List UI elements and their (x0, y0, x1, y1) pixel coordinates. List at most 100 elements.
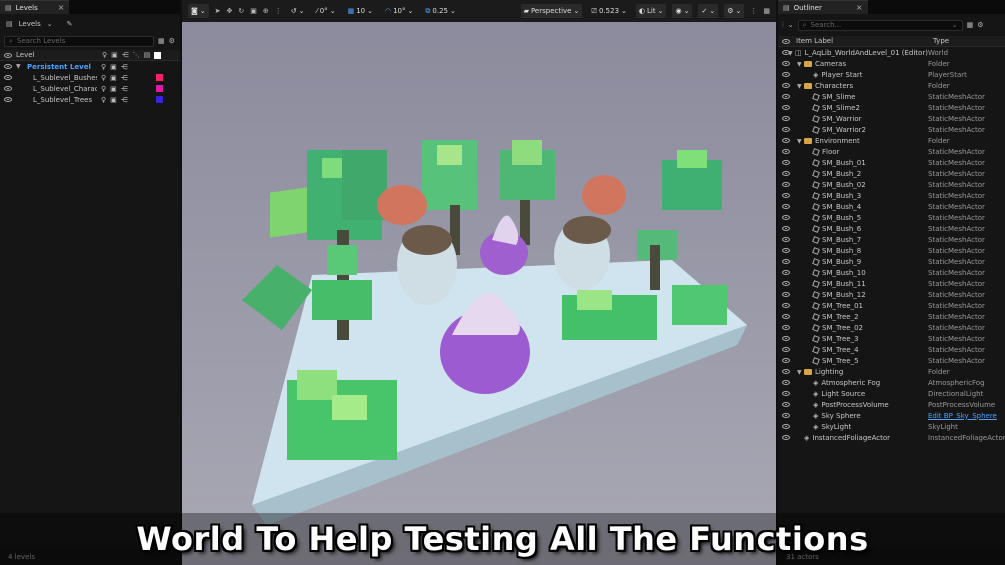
visibility-icon[interactable] (782, 391, 790, 396)
rotate-tool-icon[interactable]: ↻ (238, 7, 244, 15)
outliner-col-type[interactable]: Type (933, 37, 949, 45)
visibility-icon[interactable] (782, 61, 790, 66)
visibility-icon[interactable] (782, 281, 790, 286)
viewport-options-button[interactable]: ◙ ⌄ (188, 4, 209, 18)
outliner-row[interactable]: SM_Bush_9 StaticMeshActor (778, 256, 1005, 267)
scene-render[interactable] (182, 0, 776, 565)
lock-icon[interactable]: ▣ (110, 74, 117, 82)
visibility-icon[interactable] (4, 64, 12, 69)
rotation-snap-button[interactable]: ⁄ 0° ⌄ (314, 4, 339, 18)
outliner-row[interactable]: SM_Bush_02 StaticMeshActor (778, 179, 1005, 190)
visibility-icon[interactable] (782, 347, 790, 352)
visibility-icon[interactable] (782, 303, 790, 308)
surface-snap-button[interactable]: ↺ ⌄ (288, 4, 308, 18)
outliner-row[interactable]: ◈ Sky Sphere Edit BP_Sky_Sphere (778, 410, 1005, 421)
outliner-row[interactable]: SM_Tree_3 StaticMeshActor (778, 333, 1005, 344)
visibility-icon[interactable] (782, 149, 790, 154)
visibility-icon[interactable] (782, 413, 790, 418)
visibility-icon[interactable] (782, 94, 790, 99)
visibility-icon[interactable] (782, 127, 790, 132)
outliner-row[interactable]: ◈ Light Source DirectionalLight (778, 388, 1005, 399)
visibility-icon[interactable] (4, 86, 12, 91)
close-icon[interactable]: × (856, 3, 863, 12)
folder-icon[interactable]: ▦ (967, 21, 974, 29)
lightbulb-icon[interactable]: ♀ (101, 74, 106, 82)
outliner-col-label[interactable]: Item Label (796, 37, 933, 45)
outliner-row[interactable]: SM_Bush_3 StaticMeshActor (778, 190, 1005, 201)
outliner-row[interactable]: Floor StaticMeshActor (778, 146, 1005, 157)
more-icon[interactable]: ⋮ (750, 7, 757, 15)
visibility-icon[interactable] (782, 105, 790, 110)
share-icon[interactable]: ⋲ (121, 74, 128, 82)
lock-icon[interactable]: ▣ (110, 63, 117, 71)
outliner-row[interactable]: ◈ Player Start PlayerStart (778, 69, 1005, 80)
outliner-row[interactable]: ▼ Environment Folder (778, 135, 1005, 146)
scale-tool-icon[interactable]: ▣ (250, 7, 257, 15)
outliner-row[interactable]: ▼ Cameras Folder (778, 58, 1005, 69)
transform-button[interactable]: ✓ ⌄ (698, 4, 719, 18)
visibility-icon[interactable] (782, 116, 790, 121)
filter-icon[interactable]: ⫶ (782, 21, 784, 30)
visibility-icon[interactable] (782, 402, 790, 407)
select-tool-icon[interactable]: ➤ (215, 7, 221, 15)
level-row[interactable]: L_Sublevel_Trees ♀ ▣ ⋲ (0, 94, 180, 105)
close-icon[interactable]: × (58, 3, 65, 12)
visibility-icon[interactable] (782, 193, 790, 198)
viewport[interactable]: ◙ ⌄ ➤ ✥ ↻ ▣ ⊕ ⋮ ↺ ⌄ ⁄ 0° ⌄ ▦ 10 ⌄ ◠ 10° ⌄ ⧉ 0.25 ⌄… (182, 0, 776, 565)
share-icon[interactable]: ⋲ (121, 96, 128, 104)
world-local-icon[interactable]: ⊕ (263, 7, 269, 15)
outliner-tab[interactable]: ▤ Outliner × (778, 0, 868, 14)
lightbulb-icon[interactable]: ♀ (101, 63, 106, 71)
level-color-swatch[interactable] (155, 85, 163, 92)
visibility-icon[interactable] (782, 182, 790, 187)
outliner-row[interactable]: SM_Warrior StaticMeshActor (778, 113, 1005, 124)
outliner-row[interactable]: SM_Tree_5 StaticMeshActor (778, 355, 1005, 366)
settings-button[interactable]: ⚙ ⌄ (724, 4, 745, 18)
levels-menu-button[interactable]: Levels (19, 20, 41, 28)
outliner-row[interactable]: ◈ PostProcessVolume PostProcessVolume (778, 399, 1005, 410)
outliner-row[interactable]: ▼ Characters Folder (778, 80, 1005, 91)
visibility-icon[interactable] (782, 336, 790, 341)
grid-snap-button[interactable]: ▦ 10 ⌄ (345, 4, 376, 18)
outliner-row[interactable]: SM_Tree_4 StaticMeshActor (778, 344, 1005, 355)
visibility-icon[interactable] (782, 380, 790, 385)
visibility-icon[interactable] (4, 97, 12, 102)
visibility-icon[interactable] (4, 75, 12, 80)
chevron-down-icon[interactable]: ⌄ (788, 21, 794, 29)
gear-icon[interactable]: ⚙ (977, 21, 983, 29)
level-row[interactable]: ▼ Persistent Level ♀ ▣ ⋲ (0, 61, 180, 72)
visibility-icon[interactable] (782, 259, 790, 264)
outliner-row[interactable]: SM_Bush_4 StaticMeshActor (778, 201, 1005, 212)
lightbulb-icon[interactable]: ♀ (101, 85, 106, 93)
lightbulb-icon[interactable]: ♀ (101, 96, 106, 104)
visibility-icon[interactable] (782, 72, 790, 77)
expand-arrow-icon[interactable]: ▼ (797, 138, 804, 145)
outliner-row[interactable]: SM_Tree_01 StaticMeshActor (778, 300, 1005, 311)
folder-icon[interactable]: ▦ (158, 37, 165, 45)
outliner-row[interactable]: ◈ Atmospheric Fog AtmosphericFog (778, 377, 1005, 388)
visibility-icon[interactable] (782, 292, 790, 297)
visibility-icon[interactable] (782, 270, 790, 275)
visibility-icon[interactable] (782, 215, 790, 220)
lock-icon[interactable]: ▣ (110, 85, 117, 93)
camera-speed-button[interactable]: ⎚ 0.523 ⌄ (588, 4, 630, 18)
visibility-icon[interactable] (782, 83, 790, 88)
scale-snap-button[interactable]: ⧉ 0.25 ⌄ (422, 4, 458, 18)
layout-icon[interactable]: ▦ (763, 7, 770, 15)
lit-button[interactable]: ◐ Lit ⌄ (635, 4, 667, 18)
visibility-icon[interactable] (782, 237, 790, 242)
visibility-icon[interactable] (782, 160, 790, 165)
outliner-row[interactable]: SM_Bush_8 StaticMeshActor (778, 245, 1005, 256)
share-icon[interactable]: ⋲ (121, 85, 128, 93)
expand-arrow-icon[interactable]: ▼ (797, 83, 804, 90)
share-icon[interactable]: ⋲ (121, 63, 128, 71)
outliner-row[interactable]: SM_Bush_7 StaticMeshActor (778, 234, 1005, 245)
outliner-row[interactable]: SM_Bush_6 StaticMeshActor (778, 223, 1005, 234)
expand-arrow-icon[interactable]: ▼ (788, 50, 795, 57)
visibility-icon[interactable] (782, 435, 790, 440)
outliner-row[interactable]: ▼ Lighting Folder (778, 366, 1005, 377)
outliner-row[interactable]: SM_Bush_2 StaticMeshActor (778, 168, 1005, 179)
visibility-icon[interactable] (782, 226, 790, 231)
visibility-icon[interactable] (782, 369, 790, 374)
level-color-swatch[interactable] (155, 74, 163, 81)
